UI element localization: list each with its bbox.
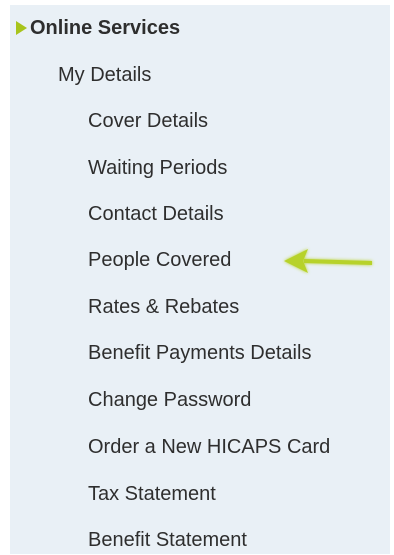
nav-item-rates-rebates[interactable]: Rates & Rebates (88, 292, 239, 322)
nav-header-online-services[interactable]: Online Services (16, 13, 180, 43)
nav-item-waiting-periods[interactable]: Waiting Periods (88, 153, 227, 183)
nav-item-tax-statement[interactable]: Tax Statement (88, 479, 216, 509)
nav-item-contact-details[interactable]: Contact Details (88, 199, 224, 229)
nav-item-people-covered[interactable]: People Covered (88, 245, 231, 275)
triangle-right-icon (16, 21, 27, 35)
nav-item-order-hicaps-card[interactable]: Order a New HICAPS Card (88, 432, 330, 462)
nav-item-benefit-payments-details[interactable]: Benefit Payments Details (88, 338, 311, 368)
nav-item-benefit-statement[interactable]: Benefit Statement (88, 525, 247, 555)
nav-item-change-password[interactable]: Change Password (88, 385, 251, 415)
online-services-nav: Online Services My Details Cover Details… (10, 5, 390, 554)
nav-header-label: Online Services (30, 17, 181, 39)
nav-item-cover-details[interactable]: Cover Details (88, 106, 208, 136)
nav-item-my-details[interactable]: My Details (58, 60, 151, 90)
arrow-left-icon (284, 249, 372, 273)
